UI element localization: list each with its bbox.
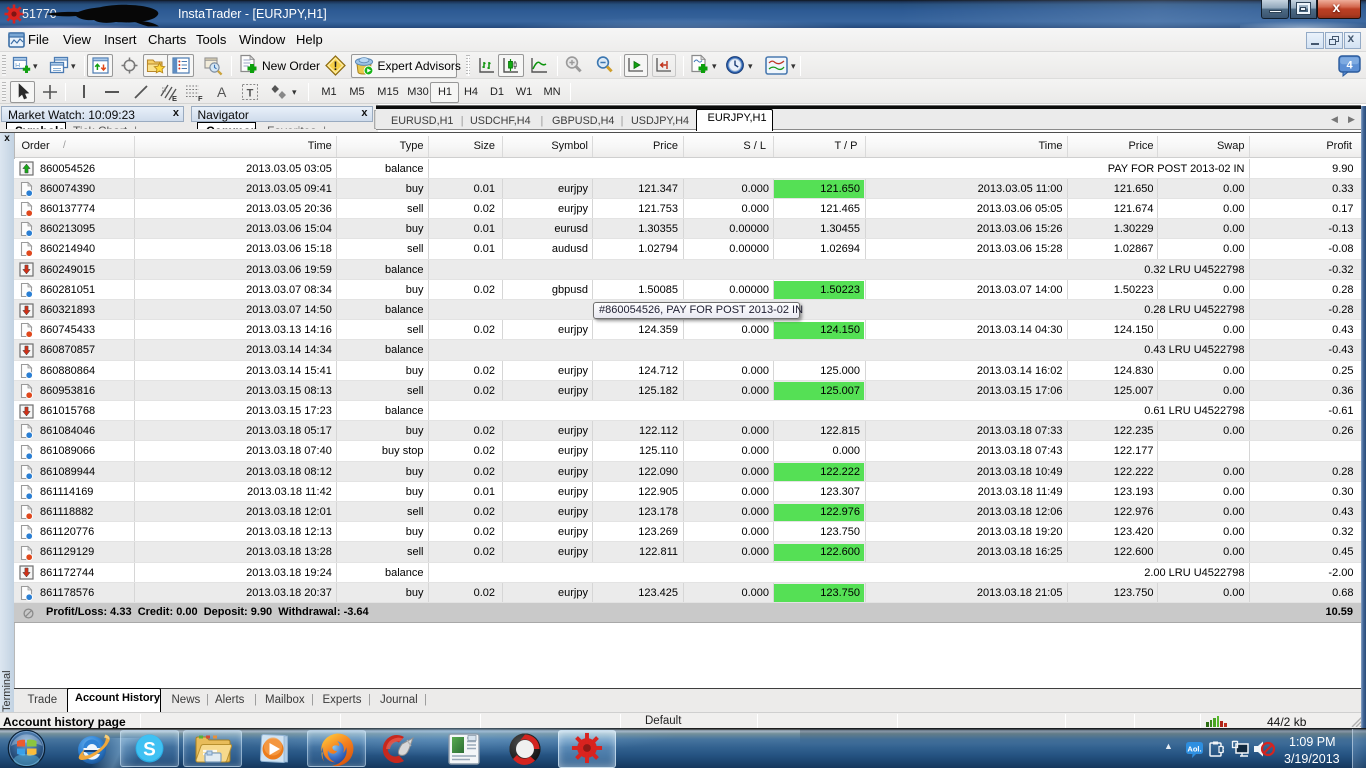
svg-text:!: ! [334, 59, 338, 73]
svg-text:S: S [143, 740, 156, 761]
svg-text:Aol.: Aol. [1187, 745, 1201, 754]
svg-text:E: E [172, 94, 177, 102]
svg-text:T: T [247, 88, 254, 100]
svg-text:F: F [198, 94, 203, 102]
svg-text:4: 4 [1346, 60, 1353, 72]
